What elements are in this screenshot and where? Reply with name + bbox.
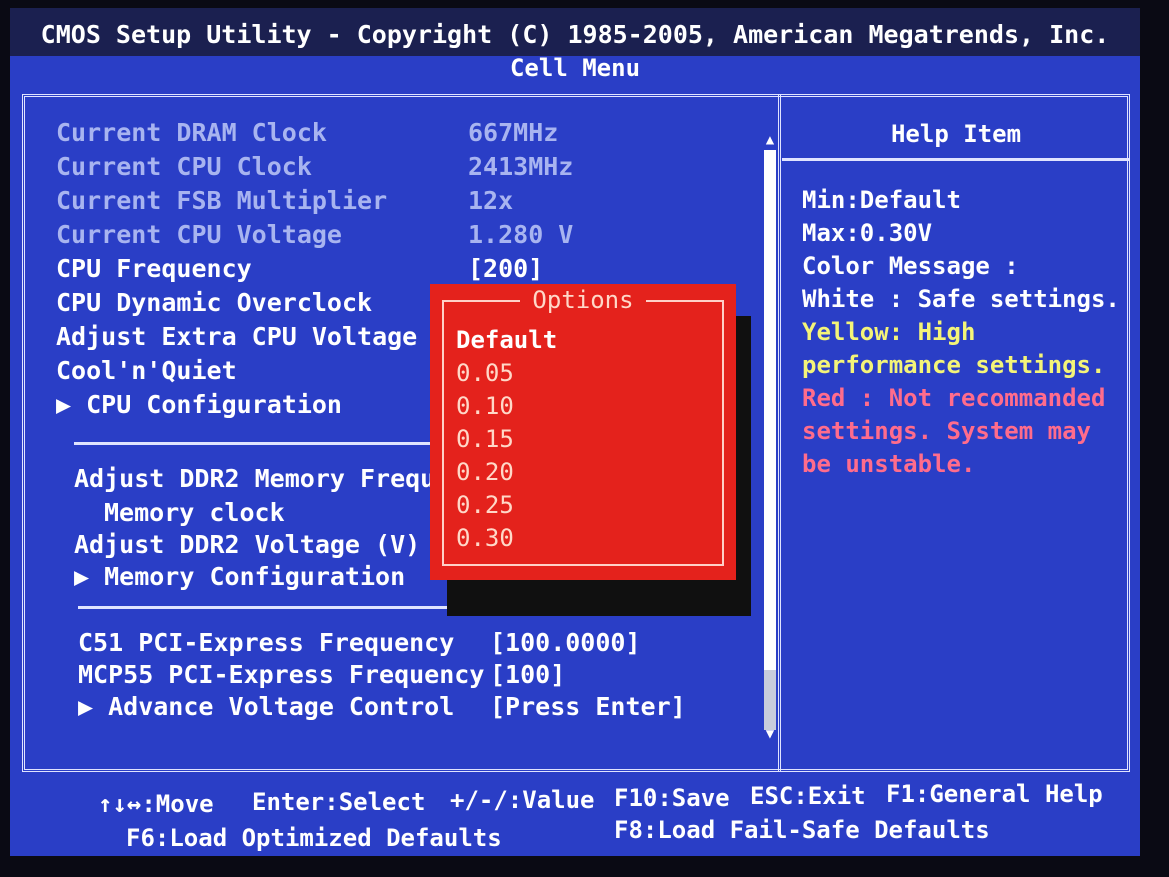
help-line: Color Message : (802, 252, 1019, 280)
setting-value: 667MHz (468, 118, 559, 147)
key-select: Enter:Select (252, 788, 426, 816)
help-line: Max:0.30V (802, 219, 933, 247)
section-divider (74, 442, 474, 445)
setting-label: C51 PCI-Express Frequency (78, 628, 455, 657)
option-default[interactable]: Default (456, 324, 557, 357)
key-save: F10:Save (614, 784, 730, 812)
help-line: settings. System may (802, 417, 1091, 445)
setting-label: CPU Frequency (56, 254, 252, 283)
setting-label: ▶ Advance Voltage Control (78, 692, 455, 721)
setting-label: Current CPU Clock (56, 152, 312, 181)
panel-divider (778, 94, 782, 772)
key-value: +/-/:Value (450, 786, 595, 814)
setting-label: MCP55 PCI-Express Frequency (78, 660, 485, 689)
scrollbar[interactable]: ▲ ▼ (762, 132, 778, 746)
scroll-thumb[interactable] (764, 150, 776, 670)
setting-value[interactable]: [200] (468, 252, 543, 286)
key-move: ↑↓↔:Move (98, 790, 214, 818)
header: CMOS Setup Utility - Copyright (C) 1985-… (10, 16, 1140, 106)
option-0-05[interactable]: 0.05 (456, 357, 557, 390)
option-0-30[interactable]: 0.30 (456, 522, 557, 555)
help-line: Yellow: High (802, 318, 976, 346)
options-popup[interactable]: Options Default 0.05 0.10 0.15 0.20 0.25… (430, 284, 736, 580)
popup-title: Options (430, 286, 736, 314)
key-load-optimized: F6:Load Optimized Defaults (126, 824, 502, 852)
option-0-10[interactable]: 0.10 (456, 390, 557, 423)
help-line: performance settings. (802, 351, 1106, 379)
key-load-failsafe: F8:Load Fail-Safe Defaults (614, 816, 990, 844)
setting-label: Current CPU Voltage (56, 220, 342, 249)
setting-value: 12x (468, 186, 514, 215)
help-text: Min:Default Max:0.30V Color Message : Wh… (802, 184, 1122, 481)
help-divider (782, 158, 1130, 161)
option-list: Default 0.05 0.10 0.15 0.20 0.25 0.30 (456, 324, 557, 555)
setting-label: ▶ CPU Configuration (56, 390, 342, 419)
setting-label: CPU Dynamic Overclock (56, 288, 373, 317)
setting-label: Current DRAM Clock (56, 118, 327, 147)
help-title: Help Item (890, 120, 1022, 148)
key-exit: ESC:Exit (750, 782, 866, 810)
option-0-25[interactable]: 0.25 (456, 489, 557, 522)
setting-label: Adjust DDR2 Memory Frequen (74, 464, 466, 493)
setting-value[interactable]: [100] (490, 658, 565, 692)
help-line: be unstable. (802, 450, 976, 478)
option-0-15[interactable]: 0.15 (456, 423, 557, 456)
menu-title: Cell Menu (509, 54, 641, 82)
setting-value: 1.280 V (468, 220, 574, 249)
section-divider (78, 606, 458, 609)
setting-label: Adjust Extra CPU Voltage (56, 322, 418, 351)
setting-label: Adjust DDR2 Voltage (V) (74, 530, 421, 559)
key-general-help: F1:General Help (886, 780, 1103, 808)
app-title: CMOS Setup Utility - Copyright (C) 1985-… (40, 20, 1110, 49)
scroll-up-arrow-icon[interactable]: ▲ (762, 132, 778, 148)
option-0-20[interactable]: 0.20 (456, 456, 557, 489)
setting-label: Cool'n'Quiet (56, 356, 237, 385)
setting-label: Current FSB Multiplier (56, 186, 388, 215)
setting-value[interactable]: [100.0000] (490, 626, 641, 660)
help-line: Red : Not recommanded (802, 384, 1106, 412)
help-line: Min:Default (802, 186, 961, 214)
setting-label: Memory clock (104, 498, 285, 527)
setting-value[interactable]: [Press Enter] (490, 690, 686, 724)
scroll-down-arrow-icon[interactable]: ▼ (762, 726, 778, 742)
help-line: White : Safe settings. (802, 285, 1120, 313)
bios-screen: CMOS Setup Utility - Copyright (C) 1985-… (10, 8, 1140, 856)
setting-label: ▶ Memory Configuration (74, 562, 406, 591)
key-legend: ↑↓↔:Move Enter:Select +/-/:Value F10:Sav… (10, 776, 1140, 856)
setting-value: 2413MHz (468, 152, 574, 181)
